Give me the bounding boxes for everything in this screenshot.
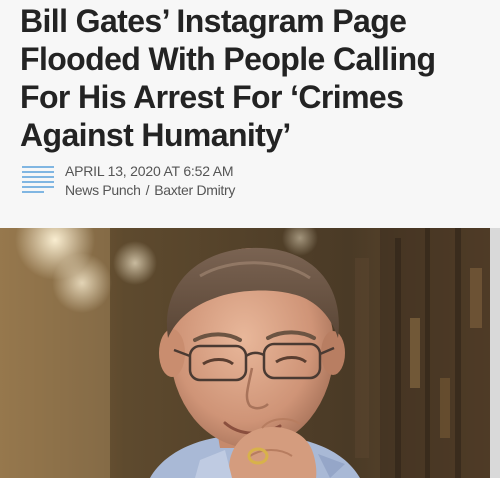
article-photo <box>0 228 500 478</box>
byline-separator: / <box>145 182 150 198</box>
article-byline: News Punch / Baxter Dmitry <box>65 182 235 198</box>
article-headline: Bill Gates’ Instagram Page Flooded With … <box>20 3 436 153</box>
article-date: APRIL 13, 2020 AT 6:52 AM <box>65 163 234 179</box>
lines-list-icon <box>22 166 54 193</box>
article-card: Bill Gates’ Instagram Page Flooded With … <box>0 0 500 478</box>
source-link[interactable]: News Punch <box>65 182 141 198</box>
author-link[interactable]: Baxter Dmitry <box>154 182 235 198</box>
